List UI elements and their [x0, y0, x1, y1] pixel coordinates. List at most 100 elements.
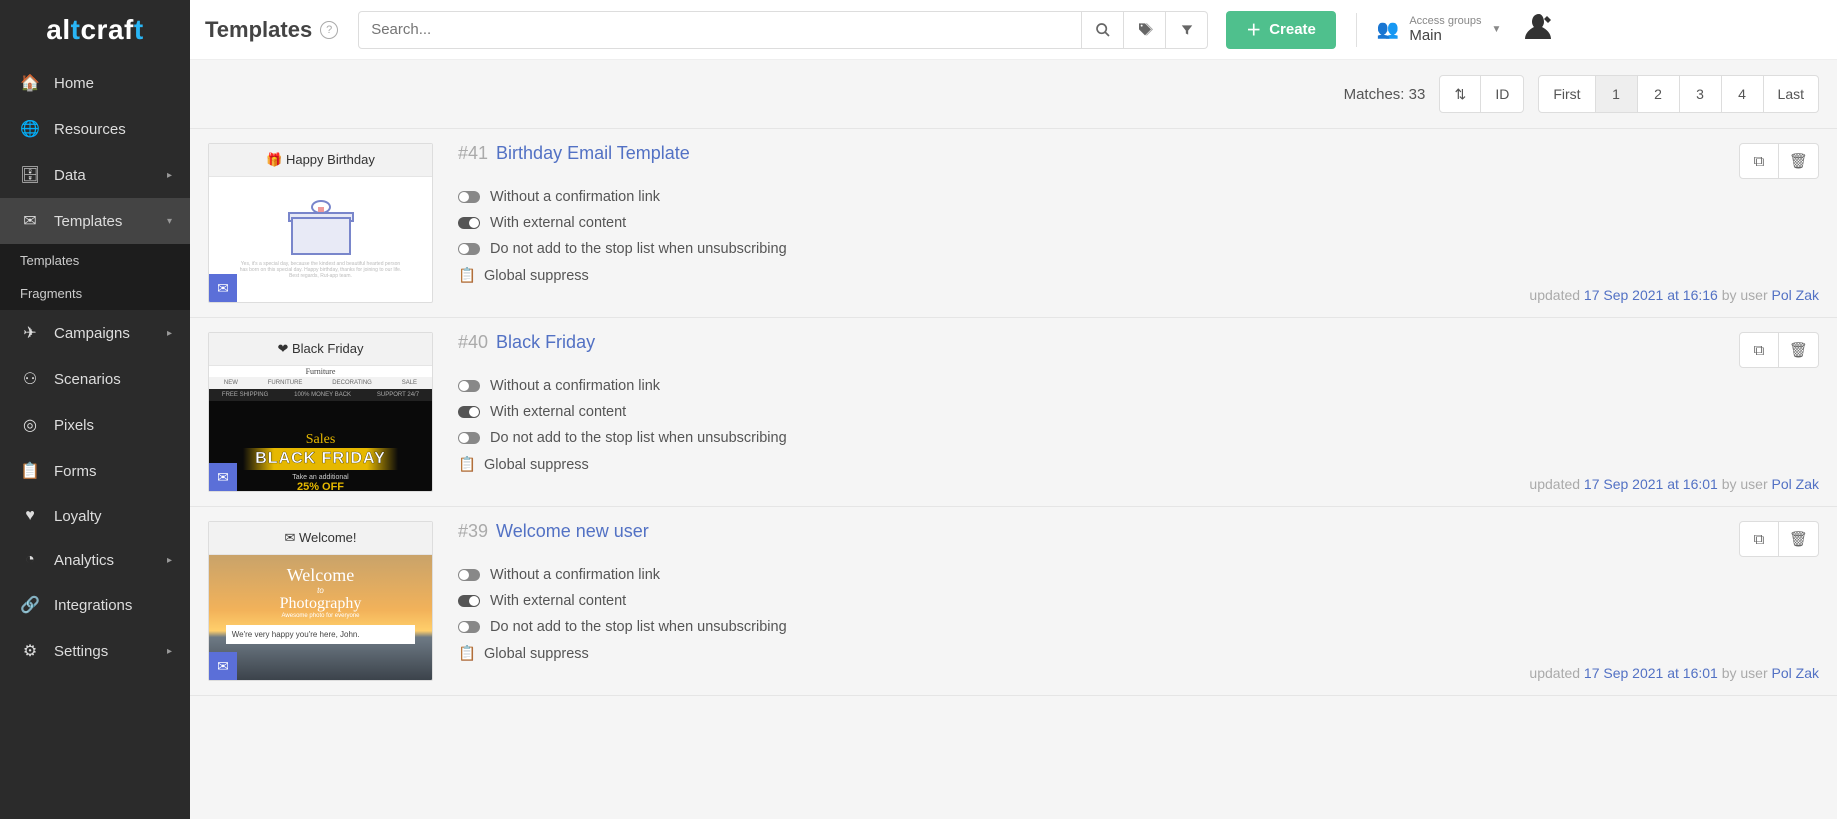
pagination: First 1 2 3 4 Last [1538, 75, 1819, 113]
access-group-label: Access groups [1409, 15, 1481, 27]
nav-integrations[interactable]: 🔗 Integrations [0, 582, 190, 628]
user-link[interactable]: Pol Zak [1772, 287, 1819, 303]
page-4[interactable]: 4 [1722, 75, 1764, 113]
page-1[interactable]: 1 [1596, 75, 1638, 113]
prop-row: 📋Global suppress [458, 456, 1819, 473]
toggle-off-icon [458, 380, 480, 392]
primary-nav: 🏠 Home 🌐 Resources 🗄 Data ▸ ✉ Templates … [0, 60, 190, 674]
channel-badge-email: ✉ [209, 274, 237, 302]
nav-templates[interactable]: ✉ Templates ▾ [0, 198, 190, 244]
prop-row: Without a confirmation link [458, 189, 1819, 205]
nav-pixels[interactable]: ◎ Pixels [0, 402, 190, 448]
nav-label: Campaigns [54, 325, 130, 342]
copy-icon: ⧉ [1754, 531, 1765, 548]
delete-button[interactable]: 🗑 [1779, 521, 1819, 557]
nav-label: Settings [54, 643, 108, 660]
item-content: #40 Black Friday ⧉ 🗑 Without a confirmat… [458, 332, 1819, 492]
user-link[interactable]: Pol Zak [1772, 665, 1819, 681]
toggle-off-icon [458, 569, 480, 581]
prop-label: Global suppress [484, 457, 589, 473]
prop-label: Global suppress [484, 268, 589, 284]
nav-label: Home [54, 75, 94, 92]
channel-badge-email: ✉ [209, 463, 237, 491]
item-actions: ⧉ 🗑 [1739, 521, 1819, 557]
clipboard-icon: 📋 [458, 645, 474, 662]
subnav-templates[interactable]: Templates [0, 244, 190, 277]
item-id: #40 [458, 332, 488, 353]
item-content: #41 Birthday Email Template ⧉ 🗑 Without … [458, 143, 1819, 303]
sort-group: ⇅ ID [1439, 75, 1524, 113]
globe-icon: 🌐 [18, 119, 42, 139]
subnav-fragments[interactable]: Fragments [0, 277, 190, 310]
template-thumbnail[interactable]: ❤ Black Friday Furniture NEWFURNITUREDEC… [208, 332, 433, 492]
item-title-link[interactable]: Welcome new user [496, 521, 649, 542]
nav-home[interactable]: 🏠 Home [0, 60, 190, 106]
create-button[interactable]: ＋ Create [1226, 11, 1336, 49]
filter-icon [1180, 23, 1194, 37]
nav-analytics[interactable]: ◔ Analytics ▸ [0, 538, 190, 582]
brand-logo[interactable]: altcraft [0, 0, 190, 60]
access-group-selector[interactable]: 👥 Access groups Main ▼ [1377, 15, 1501, 45]
clipboard-icon: 📋 [458, 267, 474, 284]
nav-scenarios[interactable]: ⚇ Scenarios [0, 356, 190, 402]
page-first[interactable]: First [1538, 75, 1595, 113]
prop-label: With external content [490, 215, 626, 231]
prop-row: With external content [458, 593, 1819, 609]
search-button[interactable] [1082, 11, 1124, 49]
database-icon: 🗄 [18, 165, 42, 185]
topbar: Templates ? ＋ Create [190, 0, 1837, 60]
nav-resources[interactable]: 🌐 Resources [0, 106, 190, 152]
main-area: Templates ? ＋ Create [190, 0, 1837, 696]
item-actions: ⧉ 🗑 [1739, 332, 1819, 368]
list-item: 🎁 Happy Birthday Yes, it's a special day… [190, 129, 1837, 318]
page-2[interactable]: 2 [1638, 75, 1680, 113]
copy-button[interactable]: ⧉ [1739, 521, 1779, 557]
prop-row: Without a confirmation link [458, 567, 1819, 583]
nav-campaigns[interactable]: ✈ Campaigns ▸ [0, 310, 190, 356]
prop-row: 📋Global suppress [458, 645, 1819, 662]
by-user-label: by user [1718, 476, 1772, 492]
sidebar: altcraft 🏠 Home 🌐 Resources 🗄 Data ▸ ✉ T… [0, 0, 190, 819]
search-input[interactable] [358, 11, 1082, 49]
create-label: Create [1269, 21, 1316, 38]
channel-badge-email: ✉ [209, 652, 237, 680]
template-thumbnail[interactable]: ✉ Welcome! Welcome to Photography Awesom… [208, 521, 433, 681]
toggle-off-icon [458, 243, 480, 255]
copy-button[interactable]: ⧉ [1739, 332, 1779, 368]
updated-label: updated [1529, 665, 1584, 681]
paper-plane-icon: ✈ [18, 323, 42, 343]
nav-label: Resources [54, 121, 126, 138]
plus-icon: ＋ [1246, 19, 1261, 40]
copy-icon: ⧉ [1754, 153, 1765, 170]
item-title-link[interactable]: Birthday Email Template [496, 143, 690, 164]
nav-settings[interactable]: ⚙ Settings ▸ [0, 628, 190, 674]
link-icon: 🔗 [18, 595, 42, 615]
item-title-link[interactable]: Black Friday [496, 332, 595, 353]
prop-label: Do not add to the stop list when unsubsc… [490, 430, 787, 446]
page-3[interactable]: 3 [1680, 75, 1722, 113]
nav-loyalty[interactable]: ♥ Loyalty [0, 494, 190, 538]
search-icon [1095, 22, 1111, 38]
nav-data[interactable]: 🗄 Data ▸ [0, 152, 190, 198]
item-id: #39 [458, 521, 488, 542]
nav-forms[interactable]: 📋 Forms [0, 448, 190, 494]
filter-button[interactable] [1166, 11, 1208, 49]
toggle-on-icon [458, 406, 480, 418]
tags-button[interactable] [1124, 11, 1166, 49]
home-icon: 🏠 [18, 73, 42, 93]
page-last[interactable]: Last [1764, 75, 1819, 113]
sort-direction-button[interactable]: ⇅ [1439, 75, 1481, 113]
updated-date: 17 Sep 2021 at 16:01 [1584, 665, 1718, 681]
sort-field-button[interactable]: ID [1481, 75, 1524, 113]
help-icon[interactable]: ? [320, 21, 338, 39]
delete-button[interactable]: 🗑 [1779, 143, 1819, 179]
user-link[interactable]: Pol Zak [1772, 476, 1819, 492]
tags-icon [1136, 22, 1154, 38]
prop-row: 📋 Global suppress [458, 267, 1819, 284]
copy-button[interactable]: ⧉ [1739, 143, 1779, 179]
trash-icon: 🗑 [1789, 530, 1808, 548]
delete-button[interactable]: 🗑 [1779, 332, 1819, 368]
user-avatar[interactable] [1521, 12, 1557, 48]
template-thumbnail[interactable]: 🎁 Happy Birthday Yes, it's a special day… [208, 143, 433, 303]
nav-label: Data [54, 167, 86, 184]
